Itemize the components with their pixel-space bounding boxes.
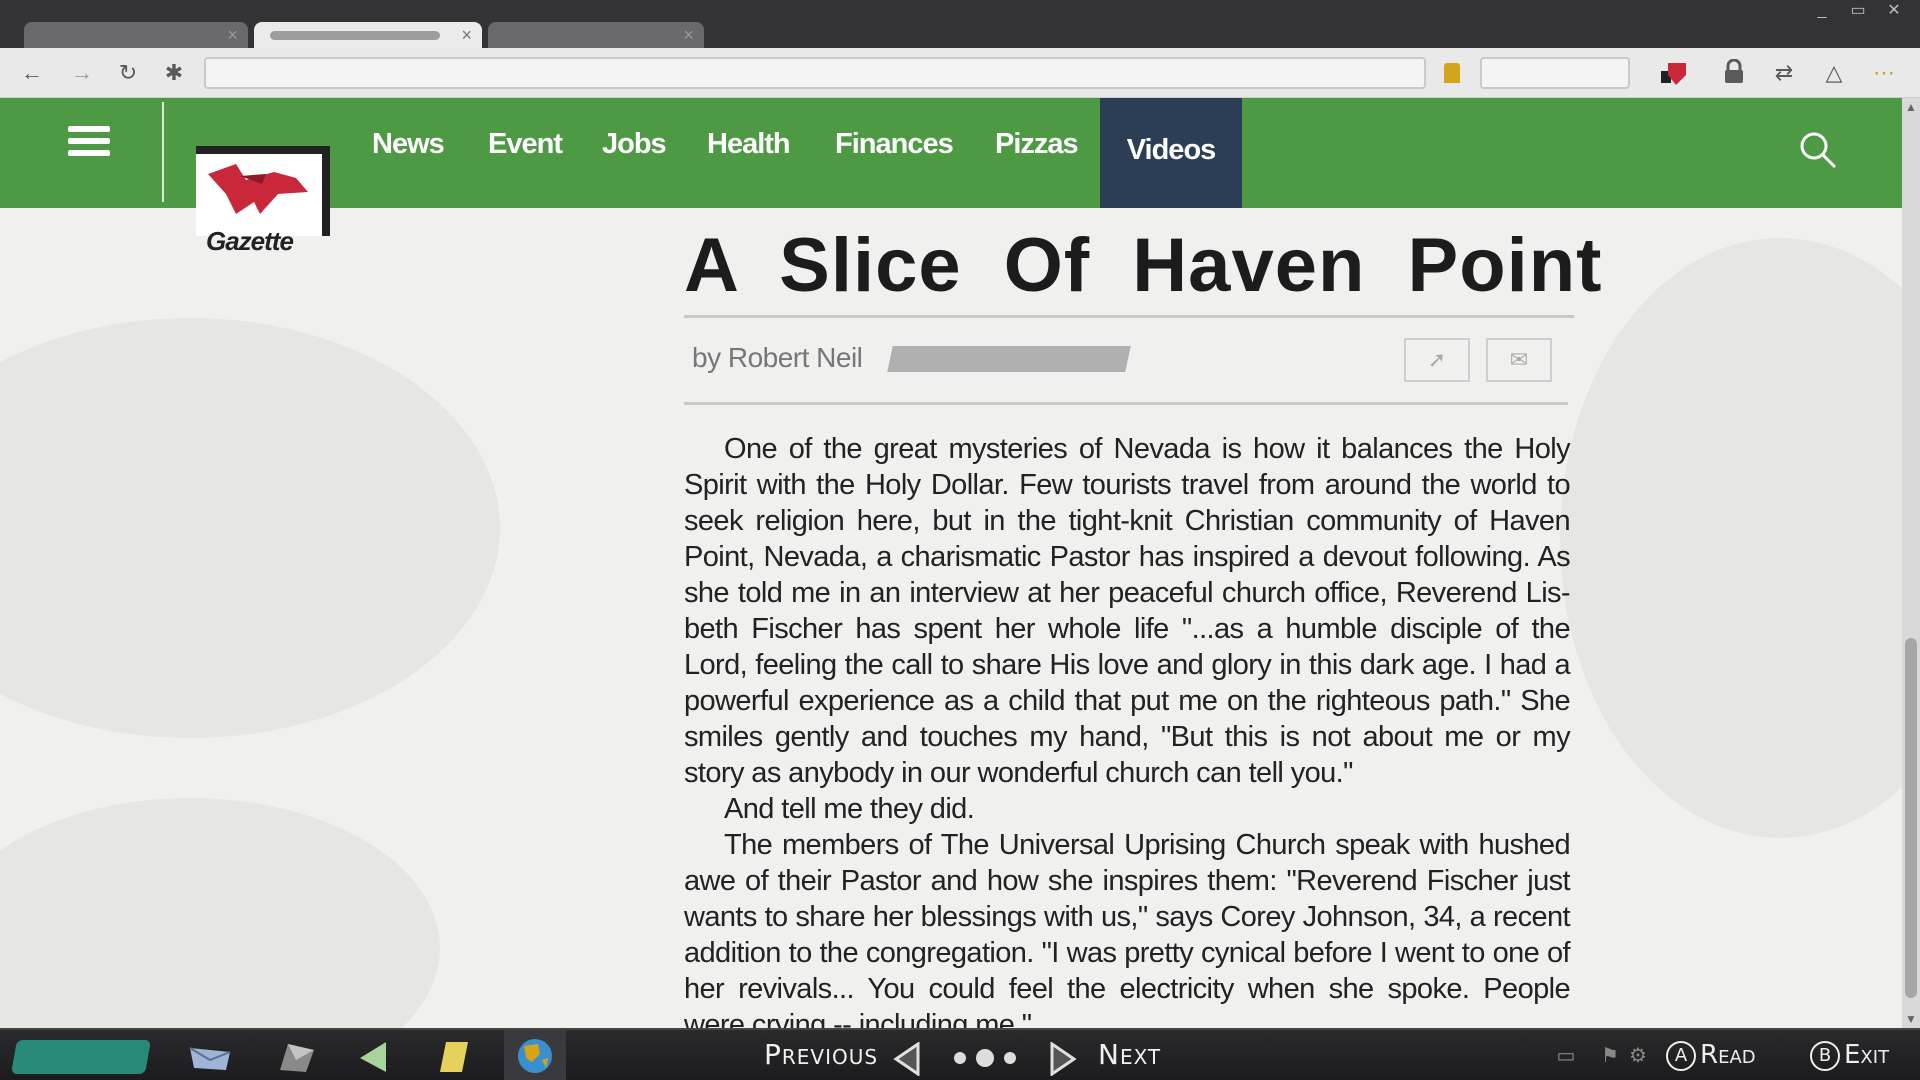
browser-tab-2[interactable]: × [254,22,482,50]
photos-app-icon[interactable] [274,1040,318,1074]
shield-icon[interactable] [1660,59,1688,87]
browser-tab-3[interactable]: × [488,22,704,50]
nav-divider [162,102,164,202]
nav-item-pizzas[interactable]: Pizzas [995,128,1079,161]
tab-close-icon[interactable]: × [461,25,472,45]
back-app-icon[interactable] [356,1040,392,1074]
next-button[interactable]: Next [1098,1038,1161,1071]
read-label: Read [1700,1040,1756,1070]
article: A Slice Of Haven Point by Robert Neil ➚ … [684,208,1603,1028]
mail-app-icon[interactable] [186,1040,236,1074]
bookmark-icon[interactable] [1444,63,1460,83]
tab-close-icon[interactable]: × [227,25,238,45]
nav-item-jobs[interactable]: Jobs [602,128,667,161]
dock-app-icon[interactable] [11,1040,151,1074]
battery-icon: ▭ [1556,1045,1576,1067]
divider [684,402,1568,405]
background-shape [1560,238,1902,838]
browser-search-box[interactable] [1480,57,1630,89]
pager-dots [954,1049,1016,1067]
wifi-icon: ⚙ [1629,1045,1647,1067]
byline-row: by Robert Neil ➚ ✉ [684,318,1574,402]
device-bottom-bar: Previous Next ▭ ⚑ ⚙ A Read B Exit [0,1028,1920,1080]
address-bar[interactable] [204,57,1426,89]
lock-icon[interactable] [1720,58,1748,87]
extension-gear-icon[interactable]: ✱ [160,59,188,87]
previous-button[interactable]: Previous [764,1038,878,1071]
background-shape [0,798,440,1028]
globe-icon [518,1039,552,1073]
reload-icon[interactable]: ↻ [114,59,142,87]
logo-text: Gazette [206,226,294,256]
page-scrollbar[interactable]: ▲ ▼ [1902,98,1920,1028]
article-title: A Slice Of Haven Point [684,223,1603,308]
nav-item-finances[interactable]: Finances [835,128,954,161]
article-paragraph: One of the great mysteries of Nevada is … [684,433,1571,789]
forward-arrow-icon[interactable]: → [68,59,96,87]
article-byline: by Robert Neil [692,342,863,373]
nav-item-news[interactable]: News [372,128,445,161]
browser-titlebar: × × × _ ▭ ✕ [0,0,1920,50]
browser-app-active[interactable] [504,1030,566,1080]
previous-arrow-icon[interactable] [892,1042,922,1076]
nav-item-health[interactable]: Health [707,128,791,161]
scroll-thumb[interactable] [1905,638,1917,998]
web-page: News Event Jobs Health Finances Pizzas V… [0,98,1902,1028]
gazette-logo[interactable] [196,146,330,236]
browser-tab-1[interactable]: × [24,22,248,50]
close-window-icon[interactable]: ✕ [1880,2,1908,20]
minimize-icon[interactable]: _ [1808,2,1836,20]
envelope-icon: ✉ [1509,347,1529,372]
notes-app-icon[interactable] [436,1040,472,1074]
back-arrow-icon[interactable]: ← [18,59,46,87]
byline-redacted-bar [887,346,1131,372]
more-menu-icon[interactable]: ⋯ [1870,59,1898,87]
nav-item-videos[interactable]: Videos [1100,98,1242,208]
browser-toolbar: ← → ↻ ✱ ⇄ △ ⋯ [0,48,1920,98]
scroll-down-icon[interactable]: ▼ [1902,1010,1920,1028]
email-button[interactable]: ✉ [1486,338,1552,382]
article-body: One of the great mysteries of Nevada is … [684,431,1571,1028]
scroll-up-icon[interactable]: ▲ [1902,98,1920,116]
next-arrow-icon[interactable] [1048,1042,1078,1076]
warning-icon[interactable]: △ [1820,59,1848,87]
tab-close-icon[interactable]: × [683,25,694,45]
exit-hint[interactable]: B Exit [1810,1040,1889,1071]
tab-title-placeholder [270,31,440,40]
article-paragraph: The members of The Universal Uprising Ch… [684,829,1571,1028]
background-shape [0,318,500,738]
read-hint[interactable]: A Read [1666,1040,1756,1071]
share-arrow-icon: ➚ [1427,347,1447,372]
b-button-icon: B [1810,1041,1840,1071]
maximize-icon[interactable]: ▭ [1844,2,1872,20]
a-button-icon: A [1666,1041,1696,1071]
hamburger-menu-icon[interactable] [68,126,110,162]
bird-logo-icon [208,164,308,214]
exit-label: Exit [1844,1040,1890,1070]
nav-item-event[interactable]: Event [488,128,563,161]
flag-icon: ⚑ [1601,1045,1619,1067]
article-paragraph: And tell me they did. [724,793,975,825]
sync-icon[interactable]: ⇄ [1770,59,1798,87]
share-button[interactable]: ➚ [1404,338,1470,382]
search-icon[interactable] [1798,130,1838,170]
